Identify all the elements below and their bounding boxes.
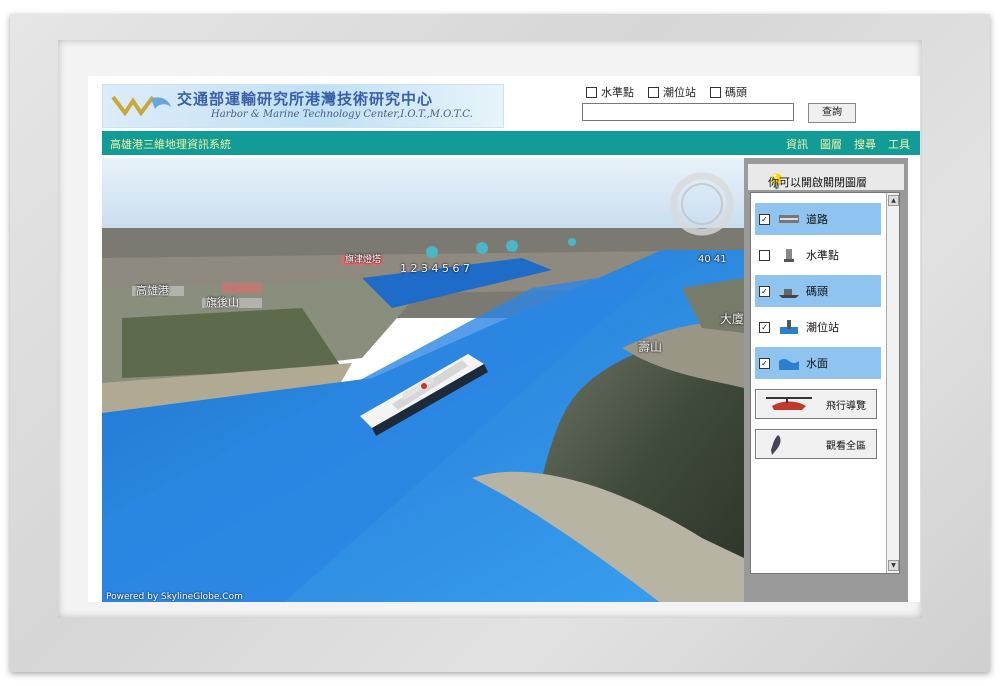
map-label-left-2[interactable]: 旗後山: [206, 294, 239, 310]
fly-tour-label: 飛行導覽: [826, 400, 866, 412]
taiwan-map-icon: [771, 435, 781, 455]
3d-map-view[interactable]: 旗津燈塔 高雄港 旗後山 大廈 壽山 1 2 3 4 5 6 7 40 41 P…: [102, 158, 744, 602]
main-menu: 資訊 圖層 搜尋 工具: [786, 136, 910, 152]
checkbox-checked[interactable]: ✓: [759, 213, 770, 225]
view-all-button[interactable]: 觀看全區: [755, 429, 877, 459]
map-label-numbers[interactable]: 1 2 3 4 5 6 7: [400, 262, 470, 275]
map-label-right-mid[interactable]: 壽山: [638, 338, 662, 355]
checkbox-unchecked[interactable]: [759, 249, 770, 261]
checkbox-checked[interactable]: ✓: [759, 357, 770, 369]
layer-label: 碼頭: [806, 285, 828, 298]
layer-list-scrollbar[interactable]: ▲ ▼: [886, 193, 899, 573]
map-scene: [102, 158, 744, 602]
benchmark-icon: [784, 249, 794, 262]
pier-icon: [779, 289, 799, 298]
layer-row-tide-station[interactable]: ✓ 潮位站: [755, 311, 881, 343]
checkbox-box[interactable]: [710, 86, 721, 98]
institute-logo-icon: [111, 95, 171, 117]
fly-tour-button[interactable]: 飛行導覽: [755, 389, 877, 419]
menu-item-search[interactable]: 搜尋: [854, 136, 876, 152]
view-all-label: 觀看全區: [826, 440, 866, 452]
navbar: 高雄港三維地理資訊系統 資訊 圖層 搜尋 工具: [102, 131, 920, 155]
checkbox-checked[interactable]: ✓: [759, 321, 770, 333]
search-input[interactable]: [582, 103, 794, 121]
checkbox-box[interactable]: [648, 86, 659, 98]
road-icon: [779, 215, 799, 223]
water-surface-icon: [779, 359, 799, 370]
layer-label: 水準點: [806, 249, 839, 262]
top-layer-checkboxes: 水準點 潮位站 碼頭: [586, 84, 747, 100]
layer-label: 道路: [806, 213, 828, 226]
checkbox-checked[interactable]: ✓: [759, 285, 770, 297]
menu-item-info[interactable]: 資訊: [786, 136, 808, 152]
menu-item-tools[interactable]: 工具: [888, 136, 910, 152]
top-checkbox-label: 潮位站: [663, 86, 696, 99]
layer-panel-header: 💡 你可以開啟關閉圖層: [748, 164, 904, 190]
powered-by-label: Powered by SkylineGlobe.Com: [106, 592, 243, 602]
map-label-right-numbers[interactable]: 40 41: [698, 254, 727, 265]
layer-row-road[interactable]: ✓ 道路: [755, 203, 881, 235]
map-label-right-top[interactable]: 大廈: [720, 310, 744, 327]
scroll-up-icon[interactable]: ▲: [888, 195, 899, 206]
layer-label: 潮位站: [806, 321, 839, 334]
top-checkbox-label: 碼頭: [725, 86, 747, 99]
header-title-zh: 交通部運輸研究所港灣技術研究中心: [177, 90, 434, 108]
header-title-en: Harbor & Marine Technology Center,I.O.T.…: [211, 109, 473, 120]
top-checkbox-benchmark[interactable]: 水準點: [586, 84, 634, 100]
layer-label: 水面: [806, 357, 828, 370]
layer-row-water-surface[interactable]: ✓ 水面: [755, 347, 881, 379]
top-checkbox-pier[interactable]: 碼頭: [710, 84, 747, 100]
map-label-top-marker[interactable]: 旗津燈塔: [345, 252, 381, 265]
top-checkbox-tide-station[interactable]: 潮位站: [648, 84, 696, 100]
system-title: 高雄港三維地理資訊系統: [110, 138, 231, 151]
map-label-left-1[interactable]: 高雄港: [136, 282, 169, 298]
top-checkbox-label: 水準點: [601, 86, 634, 99]
search-button[interactable]: 查詢: [808, 103, 856, 123]
scroll-down-icon[interactable]: ▼: [888, 560, 899, 571]
tide-station-icon: [780, 320, 798, 334]
layer-panel-heading: 你可以開啟關閉圖層: [768, 176, 867, 189]
helicopter-icon: [766, 397, 812, 410]
layer-row-benchmark[interactable]: 水準點: [755, 239, 881, 271]
layer-panel: 💡 你可以開啟關閉圖層 ✓ 道路 水準點 ✓ 碼頭 ✓ 潮位站 ✓ 水面 飛行導…: [744, 158, 908, 602]
checkbox-box[interactable]: [586, 86, 597, 98]
menu-item-layers[interactable]: 圖層: [820, 136, 842, 152]
layer-row-pier[interactable]: ✓ 碼頭: [755, 275, 881, 307]
sky: [102, 158, 744, 233]
header-banner: 交通部運輸研究所港灣技術研究中心 Harbor & Marine Technol…: [102, 84, 504, 128]
layer-list: ✓ 道路 水準點 ✓ 碼頭 ✓ 潮位站 ✓ 水面 飛行導覽 觀看全區 ▲ ▼: [750, 192, 900, 574]
app-screen: 交通部運輸研究所港灣技術研究中心 Harbor & Marine Technol…: [88, 76, 920, 602]
